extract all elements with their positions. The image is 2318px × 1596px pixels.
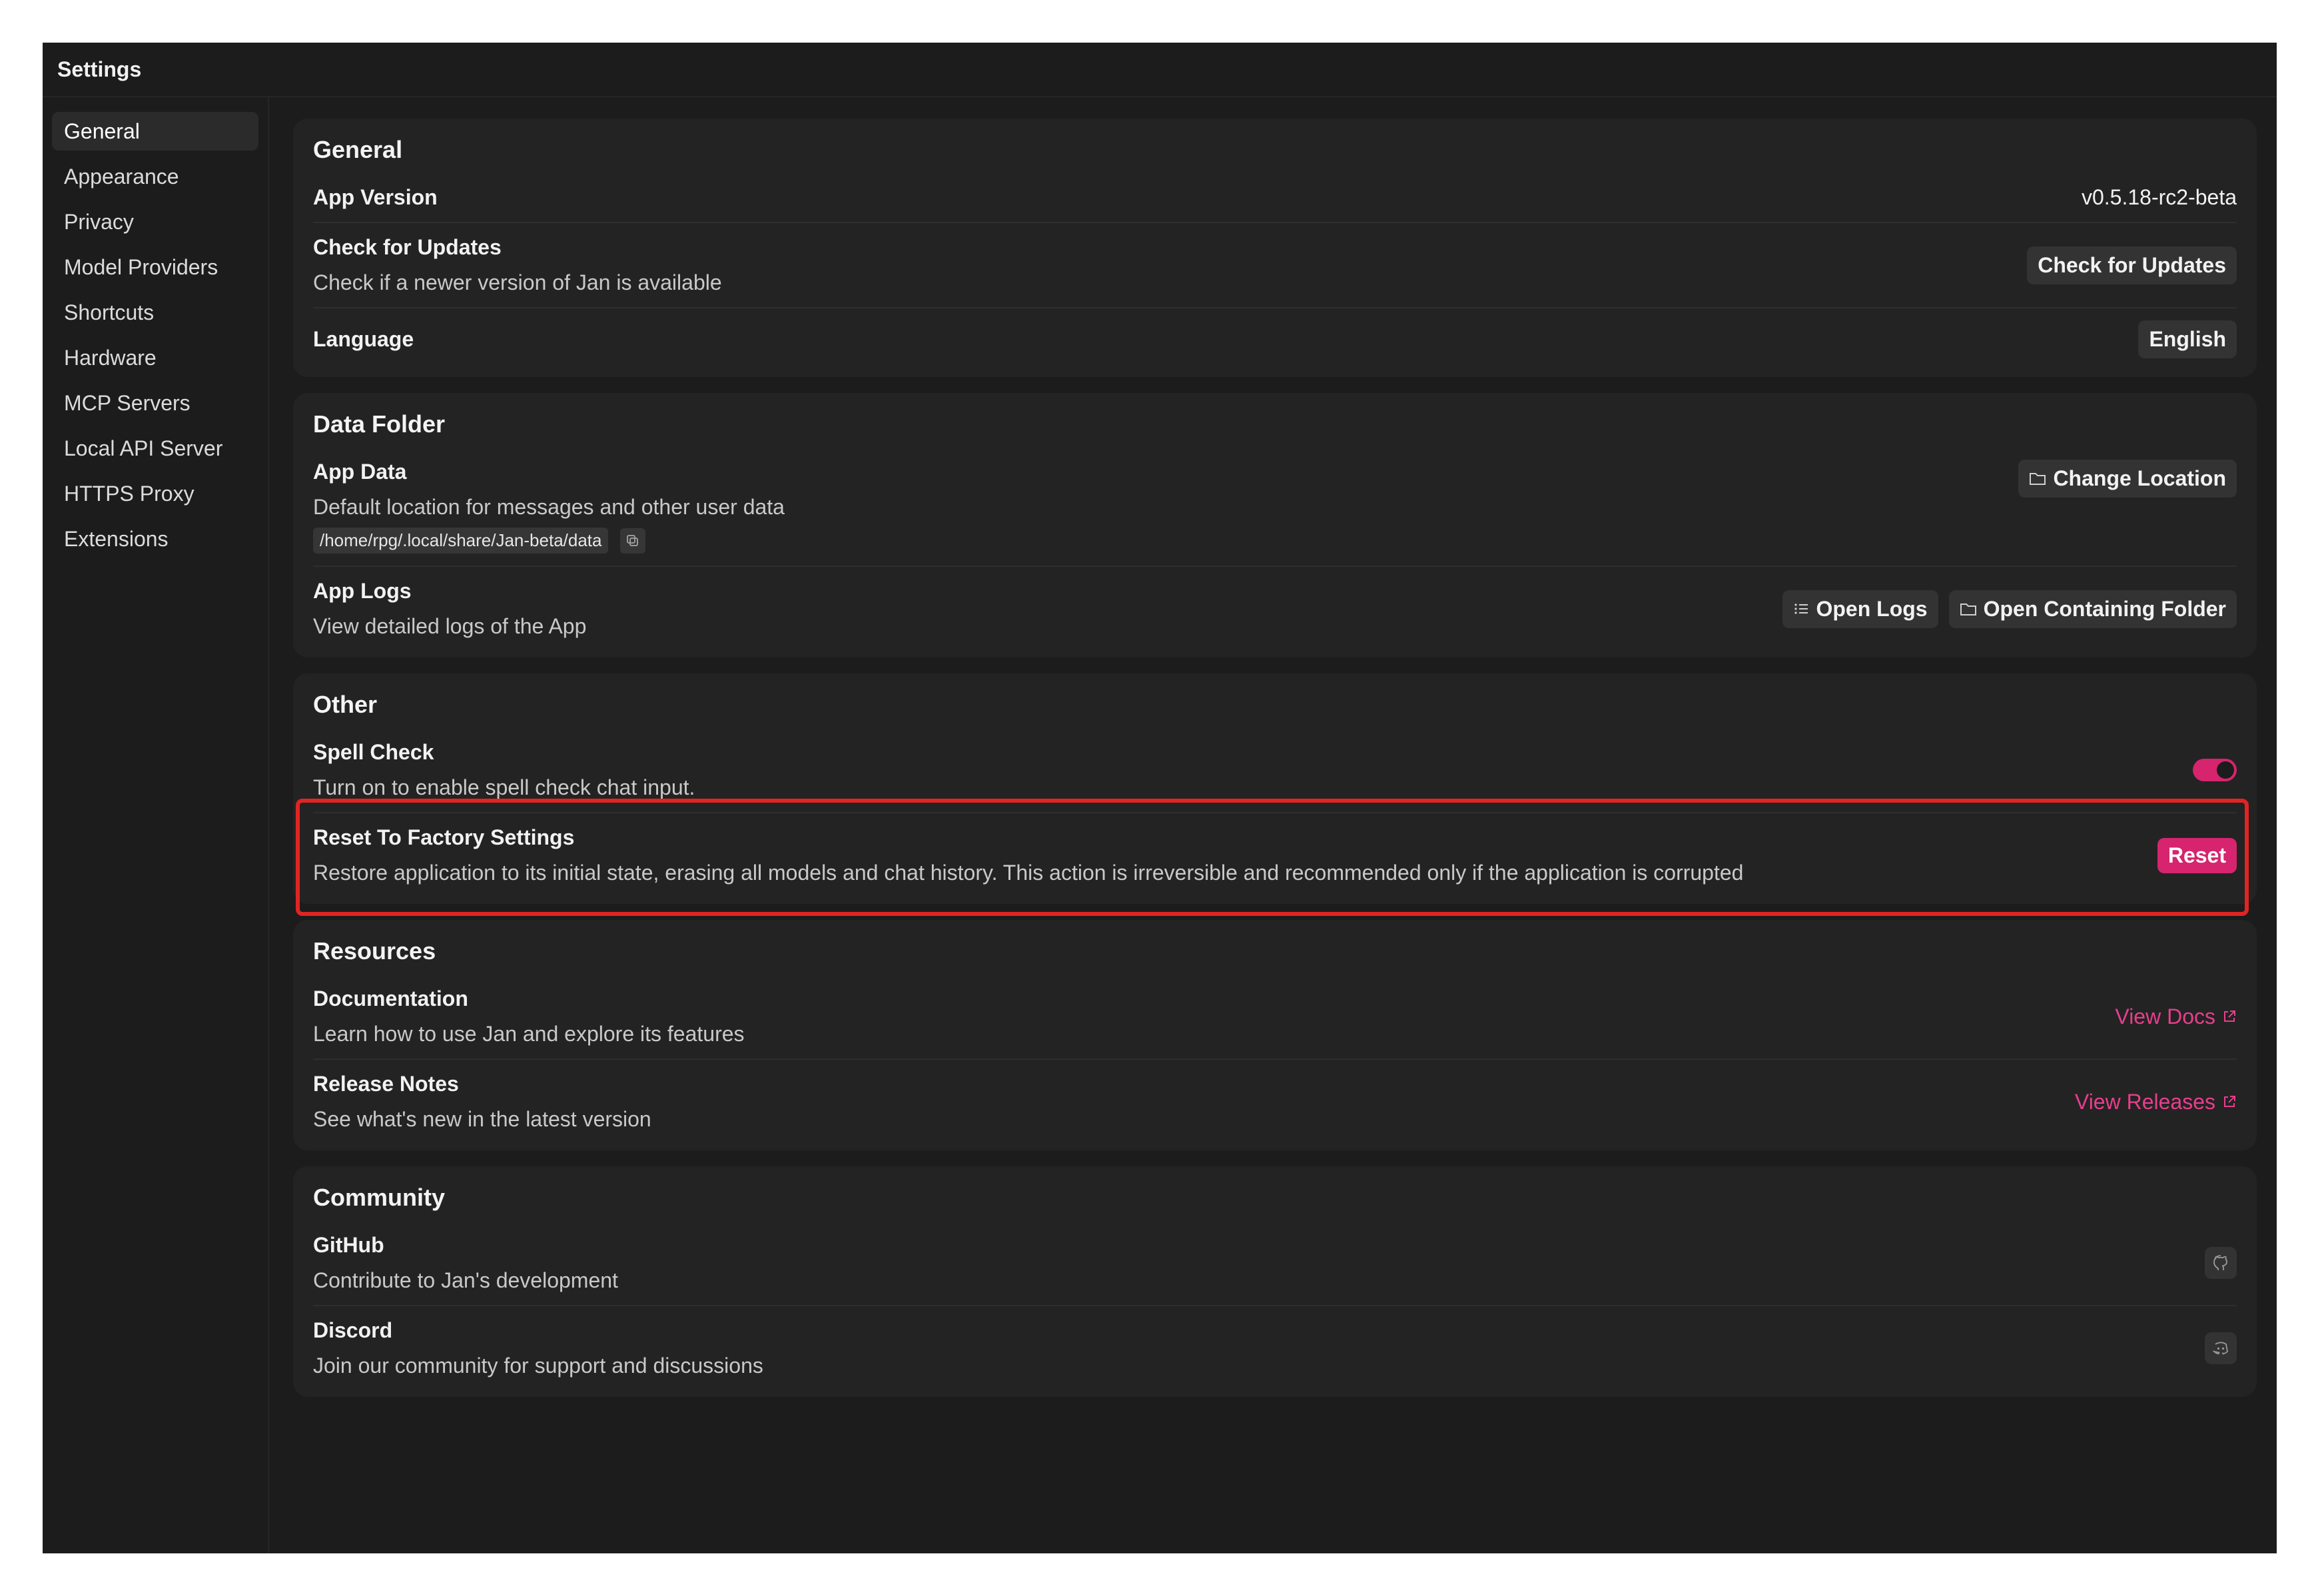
- spell-check-label: Spell Check: [313, 740, 434, 764]
- open-containing-folder-label: Open Containing Folder: [1983, 596, 2226, 621]
- sidebar-item-local-api-server[interactable]: Local API Server: [52, 429, 258, 468]
- check-updates-label: Check for Updates: [313, 235, 502, 259]
- window-title: Settings: [43, 43, 2277, 97]
- app-data-desc: Default location for messages and other …: [313, 495, 785, 519]
- settings-content: General App Version v0.5.18-rc2-beta Che…: [293, 119, 2257, 1553]
- discord-row: Discord Join our community for support a…: [313, 1306, 2237, 1390]
- check-updates-row: Check for Updates Check if a newer versi…: [313, 223, 2237, 308]
- other-card: Other Spell Check Turn on to enable spel…: [293, 673, 2257, 904]
- documentation-label: Documentation: [313, 987, 468, 1010]
- documentation-desc: Learn how to use Jan and explore its fea…: [313, 1022, 745, 1046]
- check-updates-desc: Check if a newer version of Jan is avail…: [313, 270, 722, 294]
- discord-icon[interactable]: [2205, 1332, 2237, 1364]
- spell-check-row: Spell Check Turn on to enable spell chec…: [313, 728, 2237, 813]
- data-folder-card: Data Folder App Data Default location fo…: [293, 393, 2257, 657]
- sidebar-item-hardware[interactable]: Hardware: [52, 338, 258, 377]
- spell-check-toggle[interactable]: [2193, 759, 2237, 781]
- github-icon[interactable]: [2205, 1247, 2237, 1279]
- sidebar-item-appearance[interactable]: Appearance: [52, 157, 258, 196]
- general-card: General App Version v0.5.18-rc2-beta Che…: [293, 119, 2257, 377]
- view-docs-label: View Docs: [2115, 1004, 2215, 1028]
- reset-button[interactable]: Reset: [2157, 837, 2237, 873]
- general-section-title: General: [313, 136, 403, 163]
- view-releases-link[interactable]: View Releases: [2075, 1090, 2237, 1114]
- change-location-button[interactable]: Change Location: [2018, 460, 2237, 498]
- sidebar-item-https-proxy[interactable]: HTTPS Proxy: [52, 474, 258, 513]
- check-updates-button[interactable]: Check for Updates: [2027, 246, 2237, 284]
- sidebar-item-privacy[interactable]: Privacy: [52, 202, 258, 241]
- release-notes-desc: See what's new in the latest version: [313, 1107, 651, 1131]
- folder-icon: [1960, 597, 1977, 621]
- open-logs-button[interactable]: Open Logs: [1782, 590, 1938, 628]
- external-link-icon: [2222, 1090, 2237, 1114]
- view-docs-link[interactable]: View Docs: [2115, 1004, 2237, 1029]
- settings-window: Settings General Appearance Privacy Mode…: [43, 43, 2277, 1553]
- view-releases-label: View Releases: [2074, 1089, 2215, 1114]
- copy-icon[interactable]: [620, 528, 646, 554]
- sidebar-item-model-providers[interactable]: Model Providers: [52, 248, 258, 286]
- app-data-row: App Data Default location for messages a…: [313, 448, 2237, 567]
- reset-row: Reset To Factory Settings Restore applic…: [313, 813, 2237, 897]
- language-label: Language: [313, 327, 414, 351]
- spell-check-desc: Turn on to enable spell check chat input…: [313, 775, 695, 799]
- app-data-label: App Data: [313, 460, 407, 484]
- app-version-label: App Version: [313, 185, 438, 209]
- community-card: Community GitHub Contribute to Jan's dev…: [293, 1166, 2257, 1397]
- toggle-knob: [2217, 761, 2234, 779]
- sidebar-item-general[interactable]: General: [52, 112, 258, 151]
- github-row: GitHub Contribute to Jan's development: [313, 1221, 2237, 1306]
- resources-section-title: Resources: [313, 937, 436, 965]
- external-link-icon: [2222, 1004, 2237, 1029]
- app-logs-row: App Logs View detailed logs of the App O…: [313, 567, 2237, 651]
- open-containing-folder-button[interactable]: Open Containing Folder: [1948, 590, 2237, 628]
- github-desc: Contribute to Jan's development: [313, 1268, 618, 1292]
- language-row: Language English: [313, 308, 2237, 370]
- github-label: GitHub: [313, 1233, 384, 1257]
- app-version-row: App Version v0.5.18-rc2-beta: [313, 173, 2237, 223]
- app-data-path: /home/rpg/.local/share/Jan-beta/data: [313, 528, 609, 554]
- discord-label: Discord: [313, 1318, 393, 1342]
- app-logs-desc: View detailed logs of the App: [313, 614, 587, 638]
- sidebar-item-mcp-servers[interactable]: MCP Servers: [52, 384, 258, 422]
- community-section-title: Community: [313, 1184, 445, 1211]
- reset-desc: Restore application to its initial state…: [313, 861, 1744, 885]
- reset-label: Reset To Factory Settings: [313, 825, 575, 849]
- app-version-value: v0.5.18-rc2-beta: [2081, 185, 2237, 209]
- release-notes-label: Release Notes: [313, 1072, 459, 1096]
- list-icon: [1793, 597, 1809, 621]
- discord-desc: Join our community for support and discu…: [313, 1354, 763, 1378]
- change-location-label: Change Location: [2053, 466, 2226, 490]
- release-notes-row: Release Notes See what's new in the late…: [313, 1060, 2237, 1144]
- resources-card: Resources Documentation Learn how to use…: [293, 920, 2257, 1150]
- other-section-title: Other: [313, 691, 378, 718]
- sidebar-item-extensions[interactable]: Extensions: [52, 520, 258, 558]
- sidebar: General Appearance Privacy Model Provide…: [43, 97, 269, 1553]
- data-folder-section-title: Data Folder: [313, 410, 446, 438]
- language-select[interactable]: English: [2138, 320, 2237, 358]
- documentation-row: Documentation Learn how to use Jan and e…: [313, 975, 2237, 1060]
- open-logs-label: Open Logs: [1816, 596, 1928, 621]
- sidebar-item-shortcuts[interactable]: Shortcuts: [52, 293, 258, 332]
- folder-icon: [2029, 466, 2046, 491]
- app-logs-label: App Logs: [313, 579, 412, 603]
